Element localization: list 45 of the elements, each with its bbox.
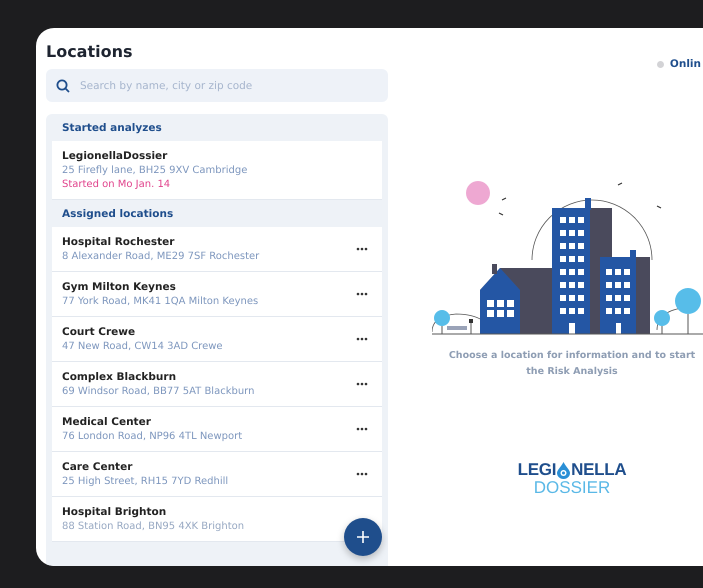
location-address: 25 High Street, RH15 7YD Redhill [62,476,230,487]
search-icon [56,78,70,92]
ellipsis-icon [356,472,368,476]
search-input[interactable]: Search by name, city or zip code [78,78,378,92]
location-name: LegionellaDossier [62,150,168,162]
connection-status: Onlin [670,58,701,70]
logo-text: LEGI [518,460,556,480]
ellipsis-icon [356,247,368,251]
location-name: Hospital Brighton [62,506,168,518]
location-row[interactable]: Medical Center 76 London Road, NP96 4TL Newport [52,407,382,452]
location-row[interactable]: Hospital Rochester 8 Alexander Road, ME29 7SF Rochester [52,227,382,272]
location-row[interactable]: Care Center 25 High Street, RH15 7YD Redhill [52,452,382,497]
search-field[interactable]: Search by name, city or zip code [46,69,388,102]
location-address: 88 Station Road, BN95 4XK Brighton [62,521,246,532]
section-heading: Started analyzes [61,121,163,136]
location-address: 69 Windsor Road, BB77 5AT Blackburn [62,386,256,397]
status-dot-icon [656,60,664,68]
location-name: Hospital Rochester [62,236,176,248]
location-address: 8 Alexander Road, ME29 7SF Rochester [62,251,260,262]
plus-icon [356,530,370,544]
location-address: 25 Firefly lane, BH25 9XV Cambridge [62,165,248,176]
location-name: Complex Blackburn [62,371,178,383]
location-row[interactable]: Complex Blackburn 69 Windsor Road, BB77 5AT Blackburn [52,362,382,407]
location-name: Medical Center [62,416,152,428]
ellipsis-icon [356,337,368,341]
location-row[interactable]: Gym Milton Keynes 77 York Road, MK41 1QA Milton Keynes [52,272,382,317]
logo-subtitle: DOSSIER [534,480,610,496]
logo-text: NELLA [571,460,626,480]
empty-state-message: Choose a location for information and to start the Risk Analysis [448,349,696,379]
location-row[interactable]: LegionellaDossier 25 Firefly lane, BH25 9XV Cambridge Started on Mo Jan. 14 [52,141,382,200]
ellipsis-icon [356,382,368,386]
page-title: Locations [46,42,134,61]
section-heading: Assigned locations [61,207,174,222]
location-address: 47 New Road, CW14 3AD Crewe [62,341,224,352]
location-name: Court Crewe [62,326,136,338]
water-drop-icon [557,462,570,478]
location-address: 77 York Road, MK41 1QA Milton Keynes [62,296,260,307]
location-address: 76 London Road, NP96 4TL Newport [62,431,244,442]
ellipsis-icon [356,292,368,296]
location-name: Gym Milton Keynes [62,281,177,293]
location-row[interactable]: Court Crewe 47 New Road, CW14 3AD Crewe [52,317,382,362]
started-date: Started on Mo Jan. 14 [62,179,172,190]
location-row[interactable]: Hospital Brighton 88 Station Road, BN95 4XK Brighton [52,497,382,542]
ellipsis-icon [356,427,368,431]
location-name: Care Center [62,461,134,473]
